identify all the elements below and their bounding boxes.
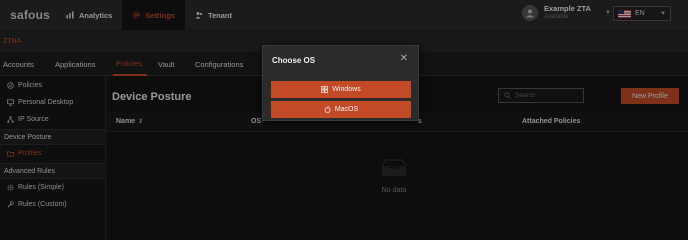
dialog-title: Choose OS [272,56,316,65]
apple-icon [324,106,331,113]
close-icon[interactable]: ✕ [400,54,408,64]
windows-button[interactable]: Windows [271,81,411,98]
macos-label: MacOS [334,106,359,113]
macos-button[interactable]: MacOS [271,101,411,118]
windows-icon [321,86,329,93]
windows-label: Windows [332,86,361,93]
choose-os-dialog: Choose OS ✕ Windows MacOS [262,45,419,121]
